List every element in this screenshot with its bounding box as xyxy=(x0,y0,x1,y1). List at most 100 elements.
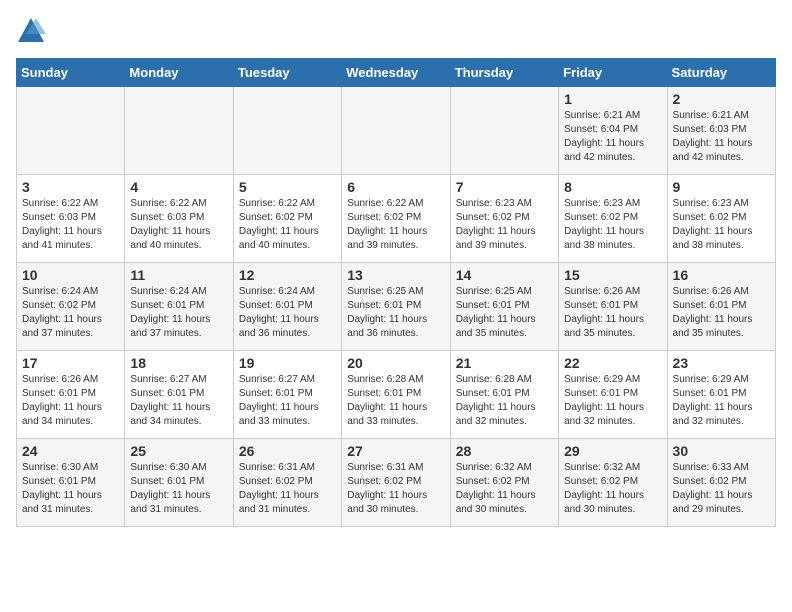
calendar-cell: 12 Sunrise: 6:24 AM Sunset: 6:01 PM Dayli… xyxy=(233,263,341,351)
day-number: 11 xyxy=(130,267,227,283)
calendar-cell: 24 Sunrise: 6:30 AM Sunset: 6:01 PM Dayli… xyxy=(17,439,125,527)
day-number: 23 xyxy=(673,355,770,371)
calendar-cell: 2 Sunrise: 6:21 AM Sunset: 6:03 PM Daylig… xyxy=(667,87,775,175)
calendar-cell: 28Sunrise: 6:32 AM Sunset: 6:02 PM Dayli… xyxy=(450,439,558,527)
calendar-cell: 16 Sunrise: 6:26 AM Sunset: 6:01 PM Dayli… xyxy=(667,263,775,351)
day-number: 27 xyxy=(347,443,444,459)
day-info: Sunrise: 6:24 AM Sunset: 6:02 PM Dayligh… xyxy=(22,285,119,341)
calendar-cell: 10 Sunrise: 6:24 AM Sunset: 6:02 PM Dayli… xyxy=(17,263,125,351)
calendar-cell: 1 Sunrise: 6:21 AM Sunset: 6:04 PM Daylig… xyxy=(559,87,667,175)
weekday-header: Monday xyxy=(125,59,233,87)
day-number: 13 xyxy=(347,267,444,283)
calendar-cell: 4 Sunrise: 6:22 AM Sunset: 6:03 PM Daylig… xyxy=(125,175,233,263)
calendar-cell: 21Sunrise: 6:28 AM Sunset: 6:01 PM Dayli… xyxy=(450,351,558,439)
day-info: Sunrise: 6:22 AM Sunset: 6:02 PM Dayligh… xyxy=(239,197,336,253)
weekday-row: SundayMondayTuesdayWednesdayThursdayFrid… xyxy=(17,59,776,87)
calendar-week-row: 17 Sunrise: 6:26 AM Sunset: 6:01 PM Dayli… xyxy=(17,351,776,439)
calendar-cell: 3 Sunrise: 6:22 AM Sunset: 6:03 PM Daylig… xyxy=(17,175,125,263)
calendar-cell: 15 Sunrise: 6:26 AM Sunset: 6:01 PM Dayli… xyxy=(559,263,667,351)
logo xyxy=(16,16,50,46)
calendar-cell: 7Sunrise: 6:23 AM Sunset: 6:02 PM Daylig… xyxy=(450,175,558,263)
day-info: Sunrise: 6:27 AM Sunset: 6:01 PM Dayligh… xyxy=(239,373,336,429)
page-header xyxy=(16,16,776,46)
calendar-table: SundayMondayTuesdayWednesdayThursdayFrid… xyxy=(16,58,776,527)
day-number: 20 xyxy=(347,355,444,371)
day-info: Sunrise: 6:25 AM Sunset: 6:01 PM Dayligh… xyxy=(456,285,553,341)
day-info: Sunrise: 6:30 AM Sunset: 6:01 PM Dayligh… xyxy=(22,461,119,517)
calendar-cell: 13Sunrise: 6:25 AM Sunset: 6:01 PM Dayli… xyxy=(342,263,450,351)
day-number: 19 xyxy=(239,355,336,371)
calendar-cell: 22Sunrise: 6:29 AM Sunset: 6:01 PM Dayli… xyxy=(559,351,667,439)
calendar-week-row: 3 Sunrise: 6:22 AM Sunset: 6:03 PM Daylig… xyxy=(17,175,776,263)
calendar-cell: 9 Sunrise: 6:23 AM Sunset: 6:02 PM Daylig… xyxy=(667,175,775,263)
day-info: Sunrise: 6:26 AM Sunset: 6:01 PM Dayligh… xyxy=(22,373,119,429)
day-number: 12 xyxy=(239,267,336,283)
day-info: Sunrise: 6:32 AM Sunset: 6:02 PM Dayligh… xyxy=(456,461,553,517)
calendar-week-row: 1 Sunrise: 6:21 AM Sunset: 6:04 PM Daylig… xyxy=(17,87,776,175)
calendar-cell: 25 Sunrise: 6:30 AM Sunset: 6:01 PM Dayli… xyxy=(125,439,233,527)
day-number: 24 xyxy=(22,443,119,459)
day-info: Sunrise: 6:22 AM Sunset: 6:03 PM Dayligh… xyxy=(130,197,227,253)
day-number: 22 xyxy=(564,355,661,371)
day-number: 1 xyxy=(564,91,661,107)
day-number: 10 xyxy=(22,267,119,283)
calendar-cell: 17 Sunrise: 6:26 AM Sunset: 6:01 PM Dayli… xyxy=(17,351,125,439)
day-number: 4 xyxy=(130,179,227,195)
day-info: Sunrise: 6:30 AM Sunset: 6:01 PM Dayligh… xyxy=(130,461,227,517)
calendar-cell: 8Sunrise: 6:23 AM Sunset: 6:02 PM Daylig… xyxy=(559,175,667,263)
day-number: 7 xyxy=(456,179,553,195)
calendar-week-row: 24 Sunrise: 6:30 AM Sunset: 6:01 PM Dayli… xyxy=(17,439,776,527)
weekday-header: Saturday xyxy=(667,59,775,87)
calendar-cell: 5 Sunrise: 6:22 AM Sunset: 6:02 PM Daylig… xyxy=(233,175,341,263)
day-number: 2 xyxy=(673,91,770,107)
day-info: Sunrise: 6:24 AM Sunset: 6:01 PM Dayligh… xyxy=(130,285,227,341)
day-info: Sunrise: 6:26 AM Sunset: 6:01 PM Dayligh… xyxy=(673,285,770,341)
day-info: Sunrise: 6:22 AM Sunset: 6:03 PM Dayligh… xyxy=(22,197,119,253)
day-info: Sunrise: 6:31 AM Sunset: 6:02 PM Dayligh… xyxy=(347,461,444,517)
calendar-cell xyxy=(342,87,450,175)
calendar-cell xyxy=(450,87,558,175)
calendar-cell xyxy=(125,87,233,175)
logo-icon xyxy=(16,16,46,46)
day-info: Sunrise: 6:23 AM Sunset: 6:02 PM Dayligh… xyxy=(564,197,661,253)
calendar-week-row: 10 Sunrise: 6:24 AM Sunset: 6:02 PM Dayli… xyxy=(17,263,776,351)
calendar-body: 1 Sunrise: 6:21 AM Sunset: 6:04 PM Daylig… xyxy=(17,87,776,527)
day-info: Sunrise: 6:27 AM Sunset: 6:01 PM Dayligh… xyxy=(130,373,227,429)
day-info: Sunrise: 6:28 AM Sunset: 6:01 PM Dayligh… xyxy=(456,373,553,429)
day-info: Sunrise: 6:26 AM Sunset: 6:01 PM Dayligh… xyxy=(564,285,661,341)
day-info: Sunrise: 6:22 AM Sunset: 6:02 PM Dayligh… xyxy=(347,197,444,253)
calendar-cell: 30 Sunrise: 6:33 AM Sunset: 6:02 PM Dayli… xyxy=(667,439,775,527)
calendar-cell: 6 Sunrise: 6:22 AM Sunset: 6:02 PM Daylig… xyxy=(342,175,450,263)
day-number: 25 xyxy=(130,443,227,459)
day-number: 30 xyxy=(673,443,770,459)
calendar-cell: 26 Sunrise: 6:31 AM Sunset: 6:02 PM Dayli… xyxy=(233,439,341,527)
day-number: 16 xyxy=(673,267,770,283)
day-info: Sunrise: 6:23 AM Sunset: 6:02 PM Dayligh… xyxy=(673,197,770,253)
day-number: 18 xyxy=(130,355,227,371)
day-number: 15 xyxy=(564,267,661,283)
day-number: 6 xyxy=(347,179,444,195)
day-number: 17 xyxy=(22,355,119,371)
calendar-cell xyxy=(233,87,341,175)
calendar-cell: 20Sunrise: 6:28 AM Sunset: 6:01 PM Dayli… xyxy=(342,351,450,439)
day-info: Sunrise: 6:21 AM Sunset: 6:04 PM Dayligh… xyxy=(564,109,661,165)
day-number: 26 xyxy=(239,443,336,459)
weekday-header: Tuesday xyxy=(233,59,341,87)
day-info: Sunrise: 6:31 AM Sunset: 6:02 PM Dayligh… xyxy=(239,461,336,517)
day-info: Sunrise: 6:21 AM Sunset: 6:03 PM Dayligh… xyxy=(673,109,770,165)
calendar-cell: 29 Sunrise: 6:32 AM Sunset: 6:02 PM Dayli… xyxy=(559,439,667,527)
day-number: 3 xyxy=(22,179,119,195)
calendar-header: SundayMondayTuesdayWednesdayThursdayFrid… xyxy=(17,59,776,87)
calendar-cell: 18 Sunrise: 6:27 AM Sunset: 6:01 PM Dayli… xyxy=(125,351,233,439)
day-number: 9 xyxy=(673,179,770,195)
calendar-cell xyxy=(17,87,125,175)
day-number: 5 xyxy=(239,179,336,195)
calendar-cell: 27 Sunrise: 6:31 AM Sunset: 6:02 PM Dayli… xyxy=(342,439,450,527)
day-number: 29 xyxy=(564,443,661,459)
weekday-header: Friday xyxy=(559,59,667,87)
day-info: Sunrise: 6:32 AM Sunset: 6:02 PM Dayligh… xyxy=(564,461,661,517)
weekday-header: Sunday xyxy=(17,59,125,87)
day-info: Sunrise: 6:33 AM Sunset: 6:02 PM Dayligh… xyxy=(673,461,770,517)
day-info: Sunrise: 6:24 AM Sunset: 6:01 PM Dayligh… xyxy=(239,285,336,341)
calendar-cell: 19 Sunrise: 6:27 AM Sunset: 6:01 PM Dayli… xyxy=(233,351,341,439)
